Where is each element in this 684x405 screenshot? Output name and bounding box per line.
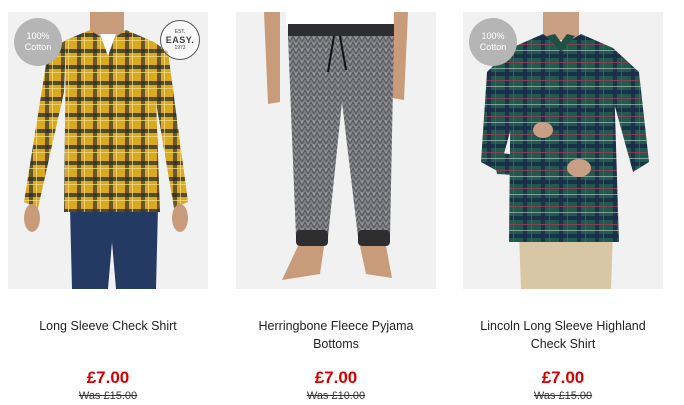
- product-price: £7.00: [541, 368, 585, 387]
- product-price: £7.00: [314, 368, 358, 387]
- stamp-brand: EASY.: [165, 35, 195, 45]
- product-image[interactable]: 100% Cotton EST. EASY. 1973: [8, 12, 208, 289]
- product-name[interactable]: Herringbone Fleece Pyjama Bottoms: [236, 317, 436, 353]
- product-was-price: Was £15.00: [78, 390, 138, 402]
- product-price: £7.00: [86, 368, 130, 387]
- product-was-price: Was £10.00: [306, 390, 366, 402]
- product-name[interactable]: Lincoln Long Sleeve Highland Check Shirt: [463, 317, 663, 353]
- badge-material: Cotton: [479, 42, 507, 52]
- product-image[interactable]: 100% Cotton: [463, 12, 663, 289]
- product-name[interactable]: Long Sleeve Check Shirt: [8, 317, 208, 335]
- product-image[interactable]: [236, 12, 436, 289]
- easy-brand-stamp: EST. EASY. 1973: [160, 20, 200, 60]
- cotton-badge: 100% Cotton: [14, 18, 62, 66]
- badge-percent: 100%: [481, 31, 505, 41]
- product-card[interactable]: Herringbone Fleece Pyjama Bottoms £7.00 …: [236, 12, 436, 405]
- grey-pyjama-bottoms-image: [264, 12, 408, 280]
- product-card[interactable]: 100% Cotton EST. EASY. 1973 Long Sleeve …: [8, 12, 208, 405]
- product-was-price: Was £15.00: [533, 390, 593, 402]
- stamp-year: 1973: [174, 45, 186, 51]
- cotton-badge: 100% Cotton: [469, 18, 517, 66]
- badge-material: Cotton: [24, 42, 52, 52]
- badge-percent: 100%: [26, 31, 50, 41]
- product-card[interactable]: 100% Cotton Lincoln Long Sleeve Highland…: [463, 12, 663, 405]
